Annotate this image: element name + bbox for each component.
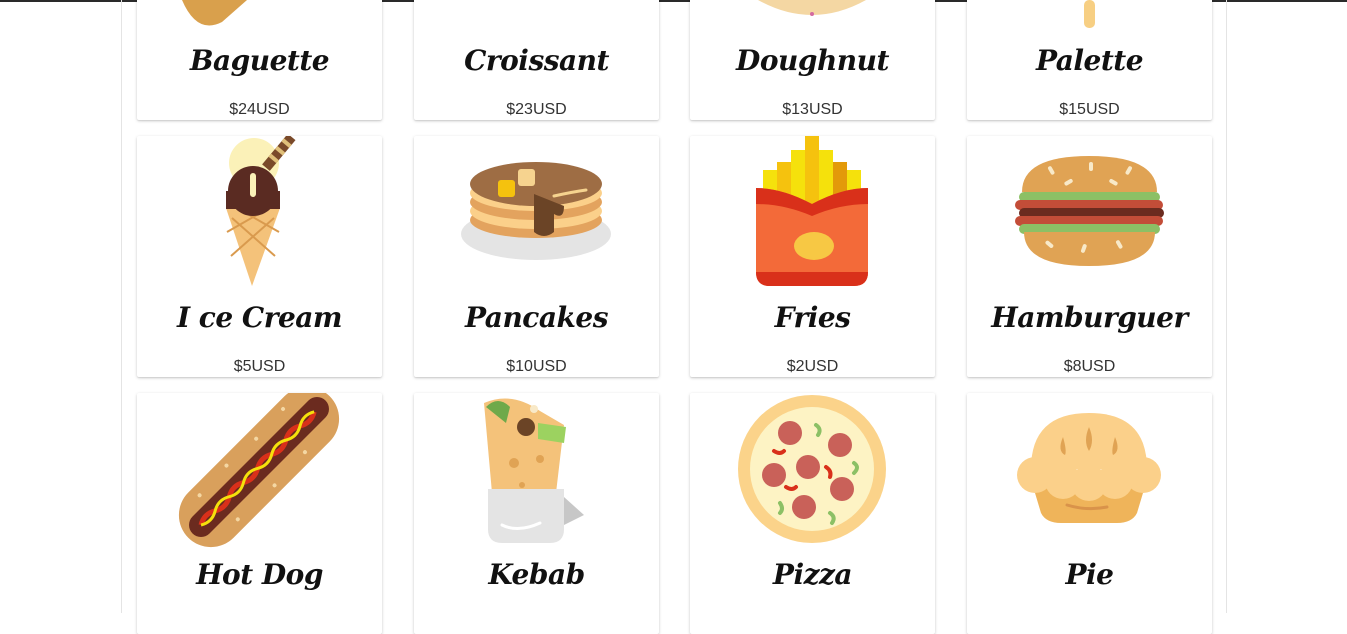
- product-card-pie[interactable]: Pie: [967, 393, 1212, 634]
- product-price: $10USD: [506, 358, 567, 375]
- product-card-doughnut[interactable]: Doughnut $13USD: [690, 0, 935, 120]
- hamburger-icon: [1015, 156, 1164, 266]
- product-card-kebab[interactable]: Kebab: [414, 393, 659, 634]
- product-card-palette[interactable]: Palette $15USD: [967, 0, 1212, 120]
- product-card-pancakes[interactable]: Pancakes $10USD: [414, 136, 659, 377]
- ice-cream-icon: [226, 136, 296, 286]
- product-price: $23USD: [506, 101, 567, 118]
- doughnut-icon: [758, 0, 866, 16]
- baguette-icon: [182, 0, 247, 26]
- product-name: Hot Dog: [196, 558, 323, 591]
- product-card-fries[interactable]: Fries $2USD: [690, 136, 935, 377]
- product-name: Kebab: [488, 558, 585, 591]
- product-name: Baguette: [189, 44, 330, 77]
- product-price: $8USD: [1063, 358, 1116, 375]
- product-price: $15USD: [1059, 101, 1120, 118]
- product-name: Pancakes: [465, 301, 608, 334]
- pie-icon: [1017, 413, 1161, 523]
- product-name: Pizza: [772, 558, 853, 591]
- product-card-croissant[interactable]: Croissant $23USD: [414, 0, 659, 120]
- pizza-icon: [738, 395, 886, 543]
- product-grid: Baguette $24USD Croissant $23USD Doughnu…: [121, 0, 1227, 634]
- product-card-pizza[interactable]: Pizza: [690, 393, 935, 634]
- product-price: $5USD: [233, 358, 286, 375]
- product-card-baguette[interactable]: Baguette $24USD: [137, 0, 382, 120]
- palette-icon: [1084, 0, 1095, 28]
- product-name: Fries: [774, 301, 851, 334]
- product-card-hot-dog[interactable]: Hot Dog: [137, 393, 382, 634]
- product-price: $13USD: [782, 101, 843, 118]
- product-name: Hamburguer: [991, 301, 1188, 334]
- product-name: Doughnut: [736, 44, 889, 77]
- pancakes-icon: [461, 162, 611, 260]
- kebab-icon: [484, 398, 584, 543]
- product-name: Palette: [1035, 44, 1144, 77]
- hot-dog-icon: [178, 393, 340, 548]
- product-card-ice-cream[interactable]: I ce Cream $5USD: [137, 136, 382, 377]
- fries-icon: [756, 136, 868, 286]
- product-name: Pie: [1065, 558, 1114, 591]
- product-price: $2USD: [786, 358, 839, 375]
- product-name: I ce Cream: [176, 301, 343, 334]
- product-card-hamburguer[interactable]: Hamburguer $8USD: [967, 136, 1212, 377]
- product-name: Croissant: [464, 44, 609, 77]
- product-price: $24USD: [229, 101, 290, 118]
